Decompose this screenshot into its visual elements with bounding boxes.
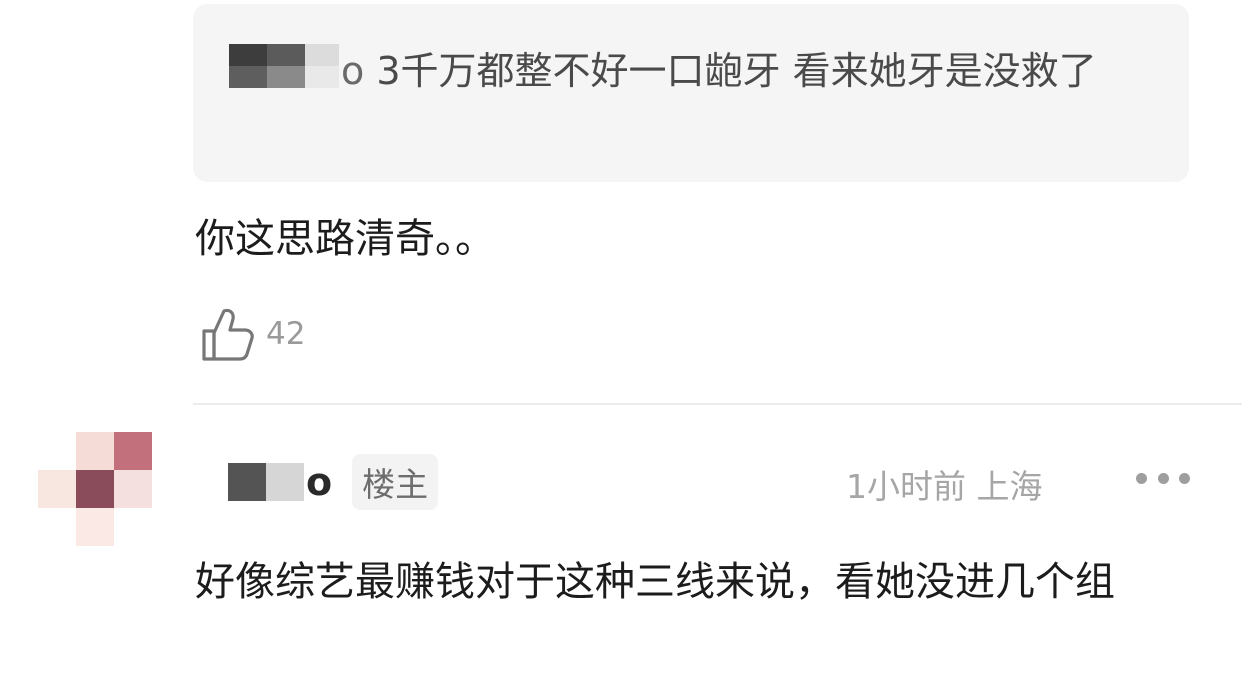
author-name[interactable]: o	[306, 460, 332, 504]
like-button[interactable]: 42	[200, 305, 305, 363]
more-options-button[interactable]	[1136, 464, 1190, 492]
quoted-author-avatar-mosaic	[229, 44, 339, 88]
like-count: 42	[266, 316, 306, 352]
comment-location: 上海	[976, 467, 1043, 506]
more-dots-icon	[1157, 472, 1169, 484]
comment-thread: o 3千万都整不好一口龅牙 看来她牙是没救了 你这思路清奇。。 42 o 楼主 …	[0, 0, 1242, 699]
comment-text: 好像综艺最赚钱对于这种三线来说，看她没进几个组	[195, 559, 1115, 605]
comment-time: 1小时前	[846, 467, 966, 506]
reply-text: 你这思路清奇。。	[195, 216, 495, 262]
quoted-comment-text: o 3千万都整不好一口龅牙 看来她牙是没救了	[229, 40, 1139, 102]
more-dots-icon	[1179, 472, 1190, 484]
quoted-comment[interactable]: o 3千万都整不好一口龅牙 看来她牙是没救了	[193, 4, 1189, 182]
op-badge: 楼主	[352, 454, 439, 510]
avatar[interactable]	[38, 432, 152, 546]
quoted-author-name: o	[341, 49, 365, 93]
author-row: o 楼主	[228, 454, 439, 510]
more-dots-icon	[1136, 472, 1147, 484]
quoted-comment-body: 3千万都整不好一口龅牙 看来她牙是没救了	[376, 49, 1097, 93]
comment-meta: 1小时前 上海	[846, 460, 1043, 508]
thumbs-up-icon	[202, 308, 254, 361]
author-name-mosaic[interactable]	[228, 463, 304, 501]
divider	[193, 403, 1242, 405]
